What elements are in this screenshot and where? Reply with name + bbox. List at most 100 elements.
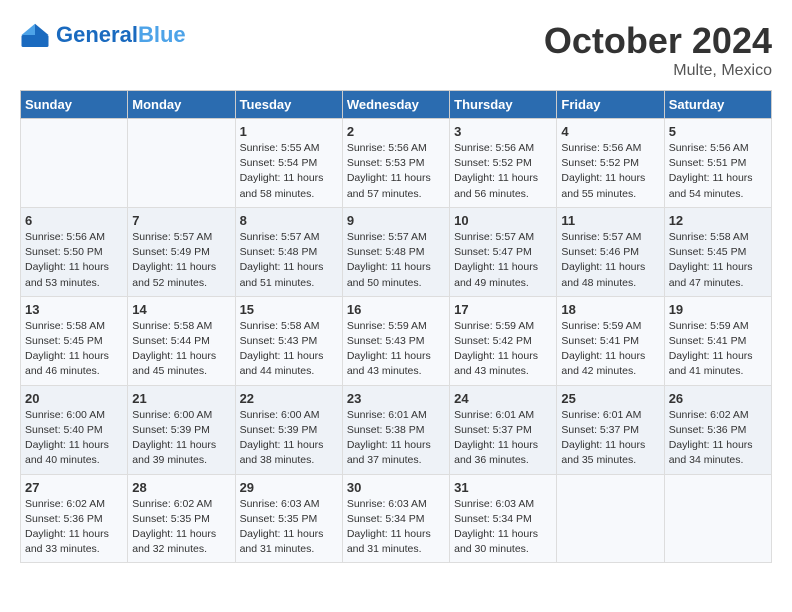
cell-info: Sunrise: 5:56 AMSunset: 5:51 PMDaylight:… bbox=[669, 141, 767, 202]
week-row-2: 6 Sunrise: 5:56 AMSunset: 5:50 PMDaylight… bbox=[21, 207, 772, 296]
cell-info: Sunrise: 6:01 AMSunset: 5:37 PMDaylight:… bbox=[454, 408, 552, 469]
location: Multe, Mexico bbox=[544, 62, 772, 80]
calendar-cell: 27Sunrise: 6:02 AMSunset: 5:36 PMDayligh… bbox=[21, 474, 128, 563]
cell-info: Sunrise: 6:00 AMSunset: 5:40 PMDaylight:… bbox=[25, 408, 123, 469]
title-block: October 2024 Multe, Mexico bbox=[544, 20, 772, 80]
day-number: 26 bbox=[669, 391, 767, 406]
calendar-cell: 23 Sunrise: 6:01 AMSunset: 5:38 PMDayligh… bbox=[342, 385, 449, 474]
calendar-cell: 16 Sunrise: 5:59 AMSunset: 5:43 PMDayligh… bbox=[342, 296, 449, 385]
weekday-header-wednesday: Wednesday bbox=[342, 91, 449, 119]
logo-text: GeneralBlue bbox=[56, 24, 186, 46]
day-number: 24 bbox=[454, 391, 552, 406]
day-number: 27 bbox=[25, 480, 123, 495]
cell-info: Sunrise: 6:02 AMSunset: 5:36 PMDaylight:… bbox=[669, 408, 767, 469]
day-number: 8 bbox=[240, 213, 338, 228]
cell-info: Sunrise: 6:01 AMSunset: 5:38 PMDaylight:… bbox=[347, 408, 445, 469]
logo-icon bbox=[20, 20, 50, 50]
calendar-cell: 18 Sunrise: 5:59 AMSunset: 5:41 PMDayligh… bbox=[557, 296, 664, 385]
day-number: 30 bbox=[347, 480, 445, 495]
calendar-table: SundayMondayTuesdayWednesdayThursdayFrid… bbox=[20, 90, 772, 563]
cell-info: Sunrise: 5:58 AMSunset: 5:45 PMDaylight:… bbox=[669, 230, 767, 291]
cell-info: Sunrise: 5:59 AMSunset: 5:41 PMDaylight:… bbox=[669, 319, 767, 380]
cell-info: Sunrise: 5:56 AMSunset: 5:52 PMDaylight:… bbox=[454, 141, 552, 202]
day-number: 25 bbox=[561, 391, 659, 406]
cell-info: Sunrise: 5:57 AMSunset: 5:47 PMDaylight:… bbox=[454, 230, 552, 291]
day-number: 19 bbox=[669, 302, 767, 317]
day-number: 3 bbox=[454, 124, 552, 139]
calendar-cell: 14Sunrise: 5:58 AMSunset: 5:44 PMDayligh… bbox=[128, 296, 235, 385]
day-number: 2 bbox=[347, 124, 445, 139]
calendar-cell: 10 Sunrise: 5:57 AMSunset: 5:47 PMDayligh… bbox=[450, 207, 557, 296]
calendar-cell: 4 Sunrise: 5:56 AMSunset: 5:52 PMDaylight… bbox=[557, 119, 664, 208]
weekday-header-monday: Monday bbox=[128, 91, 235, 119]
day-number: 28 bbox=[132, 480, 230, 495]
week-row-5: 27Sunrise: 6:02 AMSunset: 5:36 PMDayligh… bbox=[21, 474, 772, 563]
day-number: 31 bbox=[454, 480, 552, 495]
cell-info: Sunrise: 6:00 AMSunset: 5:39 PMDaylight:… bbox=[240, 408, 338, 469]
day-number: 22 bbox=[240, 391, 338, 406]
day-number: 21 bbox=[132, 391, 230, 406]
day-number: 6 bbox=[25, 213, 123, 228]
cell-info: Sunrise: 5:57 AMSunset: 5:48 PMDaylight:… bbox=[240, 230, 338, 291]
calendar-cell: 11 Sunrise: 5:57 AMSunset: 5:46 PMDayligh… bbox=[557, 207, 664, 296]
calendar-cell: 1Sunrise: 5:55 AMSunset: 5:54 PMDaylight… bbox=[235, 119, 342, 208]
cell-info: Sunrise: 5:57 AMSunset: 5:49 PMDaylight:… bbox=[132, 230, 230, 291]
weekday-header-friday: Friday bbox=[557, 91, 664, 119]
calendar-cell: 12 Sunrise: 5:58 AMSunset: 5:45 PMDayligh… bbox=[664, 207, 771, 296]
week-row-4: 20 Sunrise: 6:00 AMSunset: 5:40 PMDayligh… bbox=[21, 385, 772, 474]
page-header: GeneralBlue October 2024 Multe, Mexico bbox=[20, 20, 772, 80]
day-number: 17 bbox=[454, 302, 552, 317]
calendar-cell: 21Sunrise: 6:00 AMSunset: 5:39 PMDayligh… bbox=[128, 385, 235, 474]
day-number: 15 bbox=[240, 302, 338, 317]
cell-info: Sunrise: 5:59 AMSunset: 5:43 PMDaylight:… bbox=[347, 319, 445, 380]
weekday-header-row: SundayMondayTuesdayWednesdayThursdayFrid… bbox=[21, 91, 772, 119]
calendar-cell: 3 Sunrise: 5:56 AMSunset: 5:52 PMDaylight… bbox=[450, 119, 557, 208]
day-number: 23 bbox=[347, 391, 445, 406]
calendar-cell: 13Sunrise: 5:58 AMSunset: 5:45 PMDayligh… bbox=[21, 296, 128, 385]
calendar-cell: 22 Sunrise: 6:00 AMSunset: 5:39 PMDayligh… bbox=[235, 385, 342, 474]
day-number: 10 bbox=[454, 213, 552, 228]
cell-info: Sunrise: 5:58 AMSunset: 5:45 PMDaylight:… bbox=[25, 319, 123, 380]
calendar-cell: 29 Sunrise: 6:03 AMSunset: 5:35 PMDayligh… bbox=[235, 474, 342, 563]
calendar-cell: 31Sunrise: 6:03 AMSunset: 5:34 PMDayligh… bbox=[450, 474, 557, 563]
logo: GeneralBlue bbox=[20, 20, 186, 50]
calendar-cell: 24 Sunrise: 6:01 AMSunset: 5:37 PMDayligh… bbox=[450, 385, 557, 474]
calendar-cell: 6 Sunrise: 5:56 AMSunset: 5:50 PMDaylight… bbox=[21, 207, 128, 296]
day-number: 1 bbox=[240, 124, 338, 139]
week-row-1: 1Sunrise: 5:55 AMSunset: 5:54 PMDaylight… bbox=[21, 119, 772, 208]
calendar-cell: 20 Sunrise: 6:00 AMSunset: 5:40 PMDayligh… bbox=[21, 385, 128, 474]
cell-info: Sunrise: 6:03 AMSunset: 5:35 PMDaylight:… bbox=[240, 497, 338, 558]
calendar-cell: 8 Sunrise: 5:57 AMSunset: 5:48 PMDaylight… bbox=[235, 207, 342, 296]
day-number: 11 bbox=[561, 213, 659, 228]
calendar-cell bbox=[128, 119, 235, 208]
calendar-cell: 17 Sunrise: 5:59 AMSunset: 5:42 PMDayligh… bbox=[450, 296, 557, 385]
cell-info: Sunrise: 6:03 AMSunset: 5:34 PMDaylight:… bbox=[347, 497, 445, 558]
day-number: 18 bbox=[561, 302, 659, 317]
logo-general: General bbox=[56, 22, 138, 47]
cell-info: Sunrise: 5:56 AMSunset: 5:52 PMDaylight:… bbox=[561, 141, 659, 202]
weekday-header-thursday: Thursday bbox=[450, 91, 557, 119]
cell-info: Sunrise: 5:56 AMSunset: 5:50 PMDaylight:… bbox=[25, 230, 123, 291]
day-number: 20 bbox=[25, 391, 123, 406]
day-number: 29 bbox=[240, 480, 338, 495]
cell-info: Sunrise: 5:58 AMSunset: 5:44 PMDaylight:… bbox=[132, 319, 230, 380]
day-number: 16 bbox=[347, 302, 445, 317]
calendar-cell: 26 Sunrise: 6:02 AMSunset: 5:36 PMDayligh… bbox=[664, 385, 771, 474]
calendar-cell: 7 Sunrise: 5:57 AMSunset: 5:49 PMDaylight… bbox=[128, 207, 235, 296]
logo-blue: Blue bbox=[138, 22, 186, 47]
calendar-cell: 5Sunrise: 5:56 AMSunset: 5:51 PMDaylight… bbox=[664, 119, 771, 208]
calendar-cell bbox=[21, 119, 128, 208]
weekday-header-saturday: Saturday bbox=[664, 91, 771, 119]
cell-info: Sunrise: 5:59 AMSunset: 5:41 PMDaylight:… bbox=[561, 319, 659, 380]
day-number: 12 bbox=[669, 213, 767, 228]
calendar-cell: 9Sunrise: 5:57 AMSunset: 5:48 PMDaylight… bbox=[342, 207, 449, 296]
day-number: 4 bbox=[561, 124, 659, 139]
cell-info: Sunrise: 5:59 AMSunset: 5:42 PMDaylight:… bbox=[454, 319, 552, 380]
cell-info: Sunrise: 5:57 AMSunset: 5:46 PMDaylight:… bbox=[561, 230, 659, 291]
month-title: October 2024 bbox=[544, 20, 772, 62]
weekday-header-tuesday: Tuesday bbox=[235, 91, 342, 119]
calendar-cell: 30 Sunrise: 6:03 AMSunset: 5:34 PMDayligh… bbox=[342, 474, 449, 563]
day-number: 7 bbox=[132, 213, 230, 228]
cell-info: Sunrise: 5:58 AMSunset: 5:43 PMDaylight:… bbox=[240, 319, 338, 380]
weekday-header-sunday: Sunday bbox=[21, 91, 128, 119]
